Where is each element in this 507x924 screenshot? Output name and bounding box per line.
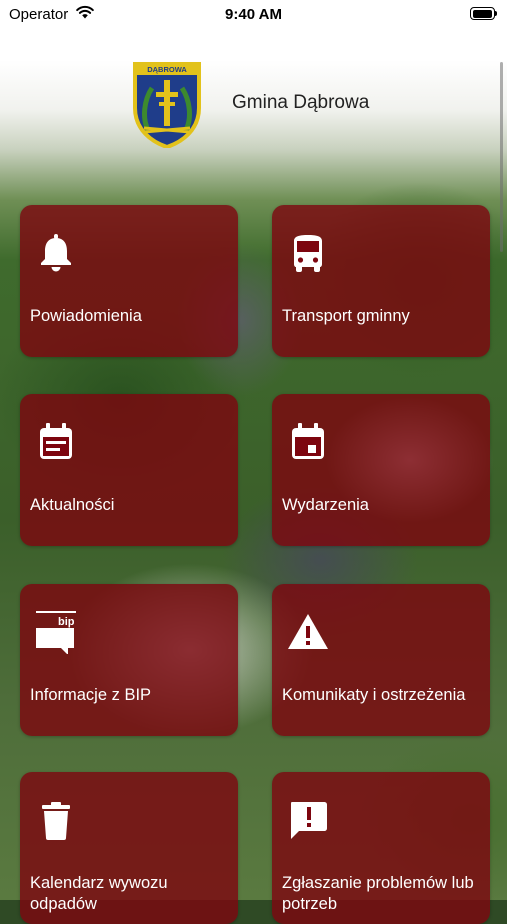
tile-label: Informacje z BIP [30,686,152,704]
tile-label: Zgłaszanie problemów lub potrzeb [282,874,474,913]
tile-news[interactable]: Aktualności [20,394,238,546]
header: DĄBROWA Gmina Dąbrowa [0,55,507,155]
report-problem-icon [291,802,327,839]
bus-icon [294,235,322,272]
tile-waste-collection-calendar[interactable]: Kalendarz wywozu odpadów [20,772,238,924]
tile-announcements-warnings[interactable]: Komunikaty i ostrzeżenia [272,584,490,736]
bell-icon [41,234,71,272]
tile-municipal-transport[interactable]: Transport gminny [272,205,490,357]
battery-icon [470,7,497,20]
tile-label: Kalendarz wywozu odpadów [30,874,168,913]
tile-bip-information[interactable]: bip Informacje z BIP [20,584,238,736]
municipality-crest: DĄBROWA [133,62,201,148]
tile-label: Aktualności [30,496,115,514]
scrollbar[interactable] [500,62,503,252]
warning-icon [288,614,328,649]
tile-label: Wydarzenia [282,496,369,514]
municipality-title: Gmina Dąbrowa [232,92,370,113]
bip-icon-text: bip [58,616,75,628]
bip-icon: bip [36,611,76,654]
event-calendar-icon [292,423,324,459]
crest-text: DĄBROWA [147,65,187,74]
clock: 9:40 AM [225,6,282,23]
news-calendar-icon [40,423,72,459]
tile-label: Powiadomienia [30,307,142,325]
trash-icon [42,802,70,840]
tile-report-problems[interactable]: Zgłaszanie problemów lub potrzeb [272,772,490,924]
tile-notifications[interactable]: Powiadomienia [20,205,238,357]
tile-label: Komunikaty i ostrzeżenia [282,686,466,704]
tile-events[interactable]: Wydarzenia [272,394,490,546]
tile-label: Transport gminny [282,307,410,325]
status-bar: Operator 9:40 AM [0,0,507,30]
